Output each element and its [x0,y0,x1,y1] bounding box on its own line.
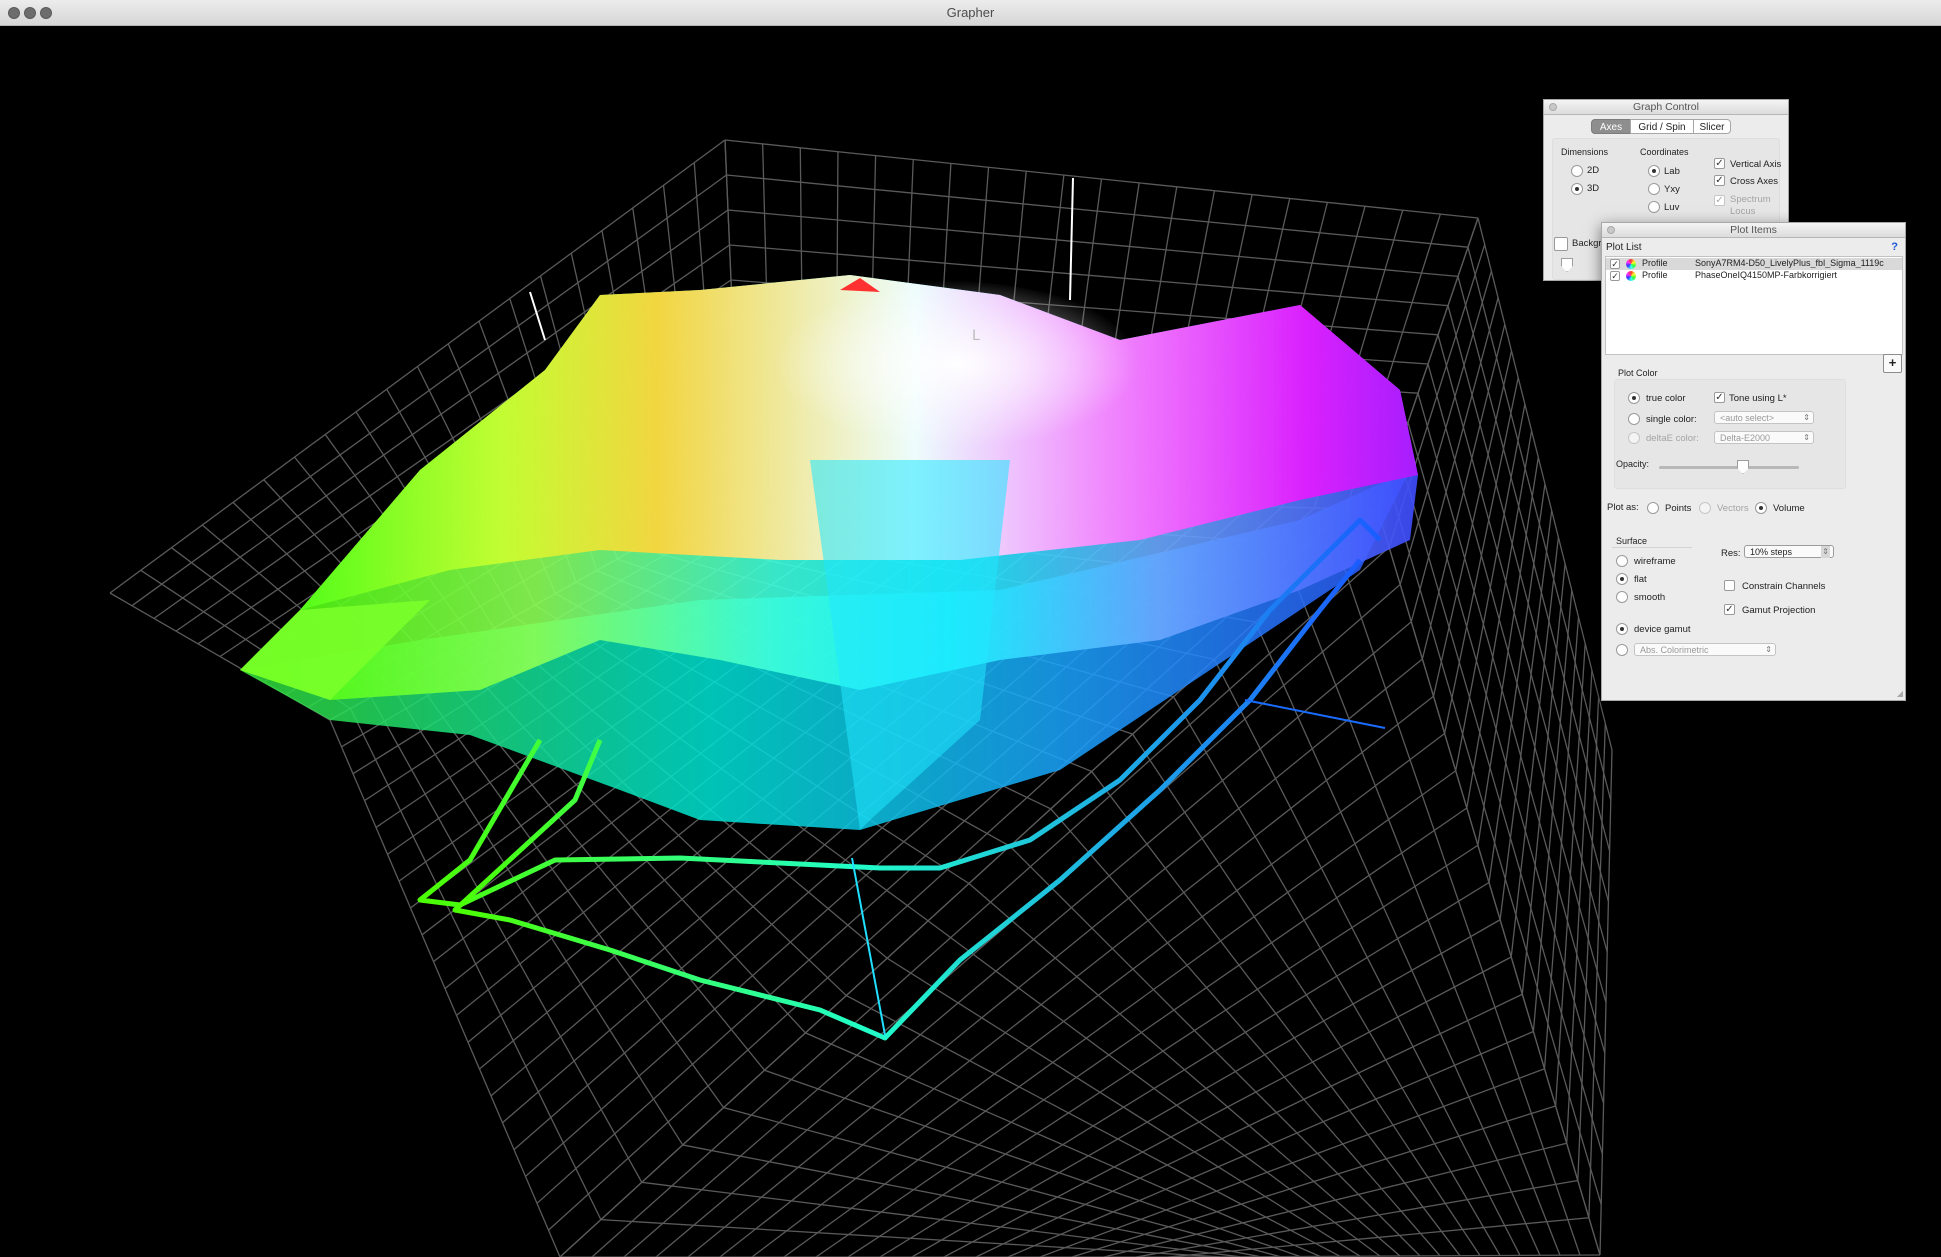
dimension-3d-radio[interactable] [1571,183,1583,195]
surface-heading: Surface [1616,536,1648,546]
constrain-channels-checkbox[interactable] [1724,580,1735,591]
res-label: Res: [1721,548,1741,559]
color-wheel-icon [1626,259,1636,269]
plot-items-title: Plot Items [1730,224,1777,236]
rendering-intent-select[interactable]: Abs. Colorimetric ⇕ [1634,643,1776,656]
surface-wireframe-radio[interactable] [1616,555,1628,567]
plot-as-label: Plot as: [1607,502,1639,513]
device-gamut-radio[interactable] [1616,623,1628,635]
plot-item-1-name[interactable]: SonyA7RM4-D50_LivelyPlus_fbl_Sigma_1119c [1695,258,1900,268]
chevron-updown-icon: ⇕ [1821,546,1830,558]
spectrum-locus-checkbox[interactable]: ✓ [1714,195,1725,206]
graph-control-close-button[interactable] [1549,103,1557,111]
profile-vertical-link [851,857,886,1036]
true-color-radio[interactable] [1628,392,1640,404]
plot-as-volume-label: Volume [1773,503,1805,514]
cross-axis-b [1244,699,1386,729]
color-wheel-icon [1626,271,1636,281]
resize-grip-icon[interactable]: ◢ [1897,689,1903,698]
single-color-select-value: <auto select> [1720,413,1775,423]
opacity-slider-track[interactable] [1659,466,1799,469]
deltae-formula-value: Delta-E2000 [1720,433,1771,443]
plot-item-1-type[interactable]: Profile [1642,258,1668,268]
chevron-updown-icon: ⇕ [1803,433,1810,442]
plot-as-vectors-radio[interactable] [1699,502,1711,514]
vertical-axis-checkbox[interactable]: ✓ [1714,158,1725,169]
add-plot-item-button[interactable]: + [1883,354,1902,373]
res-select[interactable]: 10% steps ⇕ [1744,545,1834,558]
plot-as-points-label: Points [1665,503,1692,514]
plot-as-vectors-label: Vectors [1717,503,1749,514]
deltae-color-radio[interactable] [1628,432,1640,444]
plot-item-1-checkbox[interactable]: ✓ [1610,259,1620,269]
surface-wireframe-label: wireframe [1634,556,1676,567]
spectrum-locus-label: Spectrum Locus [1730,194,1771,217]
single-color-select[interactable]: <auto select> ⇕ [1714,411,1814,424]
graph-control-title: Graph Control [1633,101,1699,113]
constrain-channels-label: Constrain Channels [1742,581,1826,592]
cross-axes-label: Cross Axes [1730,176,1779,187]
tab-slicer[interactable]: Slicer [1693,119,1731,134]
cross-axes-checkbox[interactable]: ✓ [1714,175,1725,186]
tab-grid-spin[interactable]: Grid / Spin [1630,119,1694,134]
vertical-axis-label: L [972,328,980,344]
tab-axes[interactable]: Axes [1591,119,1631,134]
dimension-2d-radio[interactable] [1571,165,1583,177]
plot-item-2-name[interactable]: PhaseOneIQ4150MP-Farbkorrigiert [1695,270,1837,280]
coord-luv-radio[interactable] [1648,201,1660,213]
surface-smooth-radio[interactable] [1616,591,1628,603]
window-title: Grapher [946,5,995,20]
surface-flat-radio[interactable] [1616,573,1628,585]
coord-lab-label: Lab [1664,166,1680,177]
plot-item-2-checkbox[interactable]: ✓ [1610,271,1620,281]
deltae-color-label: deltaE color: [1646,433,1699,444]
vertical-axis-label: Vertical Axis [1730,159,1782,170]
opacity-label: Opacity: [1616,459,1650,469]
device-gamut-label: device gamut [1634,624,1691,635]
plot-items-panel: Plot Items Plot List ? ✓ Profile SonyA7R… [1601,222,1906,701]
gamut-volume [240,275,1418,830]
surface-flat-label: flat [1634,574,1647,585]
coord-yxy-label: Yxy [1664,184,1680,195]
dimension-2d-label: 2D [1587,165,1600,176]
gamut-projection-checkbox[interactable]: ✓ [1724,604,1735,615]
coord-yxy-radio[interactable] [1648,183,1660,195]
single-color-label: single color: [1646,414,1697,425]
gamut-projection-label: Gamut Projection [1742,605,1816,616]
help-button[interactable]: ? [1891,241,1898,253]
plot-color-heading: Plot Color [1618,368,1658,378]
background-label: Backgr [1572,238,1602,249]
coordinates-heading: Coordinates [1640,147,1689,157]
single-color-radio[interactable] [1628,413,1640,425]
plot-items-titlebar: Plot Items [1602,223,1905,238]
surface-divider [1612,547,1692,548]
tone-using-label: Tone using L* [1729,393,1787,404]
plot-list-heading: Plot List [1606,242,1642,253]
plot-list[interactable]: ✓ Profile SonyA7RM4-D50_LivelyPlus_fbl_S… [1605,256,1903,355]
plot-as-volume-radio[interactable] [1755,502,1767,514]
surface-smooth-label: smooth [1634,592,1666,603]
res-select-value: 10% steps [1750,547,1793,557]
l-axis-line [1069,177,1074,301]
deltae-formula-select[interactable]: Delta-E2000 ⇕ [1714,431,1814,444]
coord-luv-label: Luv [1664,202,1680,213]
dimensions-heading: Dimensions [1561,147,1609,157]
coord-lab-radio[interactable] [1648,165,1660,177]
plot-items-close-button[interactable] [1607,226,1615,234]
chevron-updown-icon: ⇕ [1803,413,1810,422]
rendering-intent-radio[interactable] [1616,644,1628,656]
tone-using-checkbox[interactable]: ✓ [1714,392,1725,403]
rendering-intent-value: Abs. Colorimetric [1640,645,1709,655]
true-color-label: true color [1646,393,1686,404]
background-checkbox[interactable] [1554,237,1568,251]
plot-item-2-type[interactable]: Profile [1642,270,1668,280]
window-titlebar: Grapher [0,0,1941,26]
chevron-updown-icon: ⇕ [1765,645,1772,654]
plot-as-points-radio[interactable] [1647,502,1659,514]
dimension-3d-label: 3D [1587,183,1600,194]
graph-control-titlebar: Graph Control [1544,100,1788,115]
